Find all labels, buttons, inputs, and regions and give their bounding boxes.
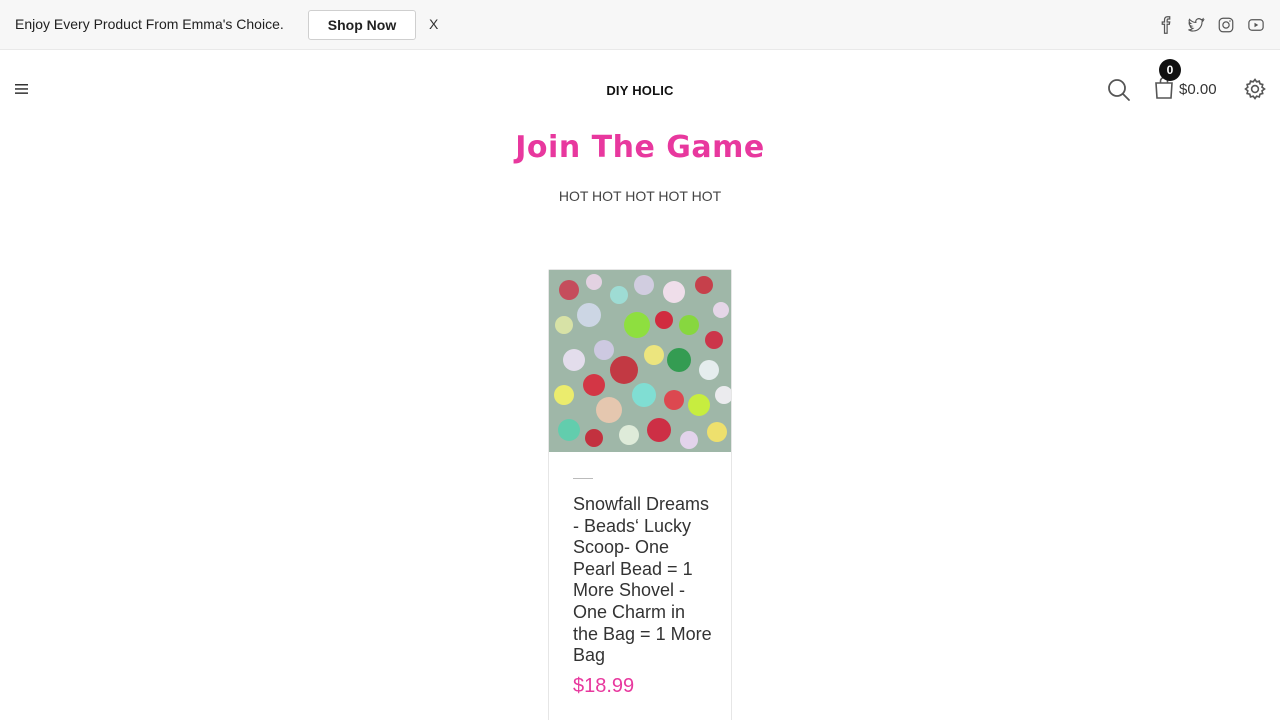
product-image[interactable] [549,270,731,452]
search-icon[interactable] [1106,77,1132,103]
product-card[interactable]: Snowfall Dreams - Beads‘ Lucky Scoop- On… [548,269,732,720]
youtube-icon[interactable] [1246,15,1266,35]
instagram-icon[interactable] [1216,15,1236,35]
site-title[interactable]: DIY HOLIC [0,83,1280,98]
gear-icon[interactable] [1243,77,1267,101]
cart-total[interactable]: $0.00 [1179,81,1217,98]
cart-count-badge: 0 [1159,59,1181,81]
promo-text: Enjoy Every Product From Emma's Choice. [15,16,284,32]
product-price: $18.99 [573,675,635,697]
close-promo-button[interactable]: X [429,16,438,32]
page-title: Join The Game [515,130,765,165]
shop-now-button[interactable]: Shop Now [308,10,416,40]
card-divider [573,478,593,479]
product-name[interactable]: Snowfall Dreams - Beads‘ Lucky Scoop- On… [573,494,713,667]
twitter-icon[interactable] [1186,15,1206,35]
page-subtitle: HOT HOT HOT HOT HOT [558,188,722,204]
promo-bar: Enjoy Every Product From Emma's Choice. … [0,0,1280,50]
facebook-icon[interactable] [1156,15,1176,35]
